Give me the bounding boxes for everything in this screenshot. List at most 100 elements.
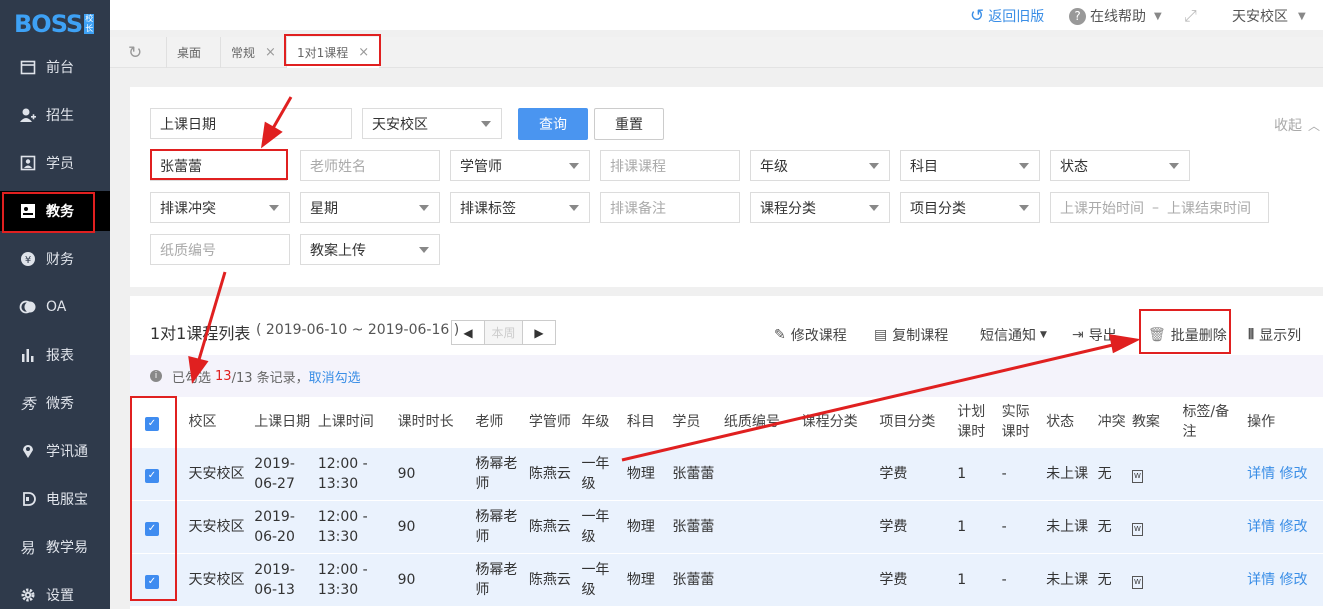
- tab-general[interactable]: 常规 ×: [220, 37, 286, 68]
- manager-select[interactable]: 学管师: [450, 150, 590, 181]
- teacher-name-input[interactable]: 老师姓名: [300, 150, 440, 181]
- course-category-select[interactable]: 课程分类: [750, 192, 890, 223]
- cell-status: 未上课: [1041, 499, 1093, 553]
- column-header: 课时时长: [392, 397, 471, 447]
- field-placeholder: 老师姓名: [310, 158, 366, 175]
- table-header-row: ✓ 校区 上课日期 上课时间 课时时长 老师 学管师 年级 科目 学员 纸质编号…: [130, 397, 1323, 447]
- subject-select[interactable]: 科目: [900, 150, 1040, 181]
- svg-text:易: 易: [20, 539, 35, 555]
- campus-switcher[interactable]: 天安校区 ▼: [1232, 6, 1306, 26]
- columns-icon: ⦀: [1248, 327, 1255, 343]
- sidebar-item-oa[interactable]: OA: [0, 287, 110, 327]
- collapse-toggle[interactable]: 收起 ︿: [1274, 115, 1320, 135]
- status-select[interactable]: 状态: [1050, 150, 1190, 181]
- copy-course-button[interactable]: ▤ 复制课程: [874, 325, 948, 345]
- chat-icon: [19, 298, 37, 316]
- conflict-select[interactable]: 排课冲突: [150, 192, 290, 223]
- cell-paper: [718, 446, 797, 500]
- sidebar-item-settings[interactable]: 设置: [0, 575, 110, 609]
- column-header: 纸质编号: [718, 397, 797, 447]
- fullscreen-icon[interactable]: ⤢: [1184, 6, 1197, 26]
- sidebar-item-academic[interactable]: 教务: [0, 191, 110, 233]
- caret-icon: [869, 205, 879, 211]
- query-button[interactable]: 查询: [518, 108, 588, 140]
- document-icon[interactable]: W: [1131, 575, 1143, 589]
- tag-select[interactable]: 排课标签: [450, 192, 590, 223]
- project-category-select[interactable]: 项目分类: [900, 192, 1040, 223]
- cell-date: 2019-06-13: [249, 552, 313, 606]
- caret-icon: [419, 205, 429, 211]
- field-placeholder: 纸质编号: [160, 242, 216, 259]
- end-time-placeholder: 上课结束时间: [1167, 200, 1251, 217]
- edit-link[interactable]: 修改: [1280, 519, 1308, 535]
- class-date-field[interactable]: 上课日期: [150, 108, 352, 139]
- prev-week-button[interactable]: ◀: [452, 321, 485, 344]
- cell-actual: -: [996, 446, 1042, 500]
- display-columns-button[interactable]: ⦀ 显示列: [1248, 325, 1301, 345]
- sidebar-item-finance[interactable]: ¥ 财务: [0, 239, 110, 279]
- boss-logo: BOSS 校长: [14, 10, 99, 38]
- campus-select[interactable]: 天安校区: [362, 108, 502, 139]
- tool-label: 导出: [1088, 328, 1117, 344]
- reset-button[interactable]: 重置: [594, 108, 664, 140]
- cell-conflict: 无: [1092, 552, 1127, 606]
- detail-link[interactable]: 详情: [1247, 572, 1275, 588]
- time-range-input[interactable]: 上课开始时间 – 上课结束时间: [1050, 192, 1269, 223]
- cell-student: 张蕾蕾: [667, 499, 719, 553]
- svg-text:¥: ¥: [25, 255, 31, 266]
- table-row: ✓ 天安校区 2019-06-13 12:00 - 13:30 90 杨幂老师 陈燕云 一年级…: [130, 552, 1323, 606]
- paper-number-input[interactable]: 纸质编号: [150, 234, 290, 265]
- tab-desktop[interactable]: 桌面: [166, 37, 211, 68]
- cell-grade: 一年级: [576, 446, 622, 500]
- sidebar-item-enrollment[interactable]: 招生: [0, 95, 110, 135]
- cell-subject: 物理: [621, 499, 668, 553]
- back-old-version-link[interactable]: ↺ 返回旧版: [970, 6, 1044, 26]
- remark-input[interactable]: 排课备注: [600, 192, 740, 223]
- weekday-select[interactable]: 星期: [300, 192, 440, 223]
- sidebar-item-label: 报表: [46, 348, 74, 364]
- export-button[interactable]: ⇥ 导出: [1072, 325, 1117, 345]
- cell-duration: 90: [392, 499, 471, 553]
- lesson-plan-cell: W: [1126, 499, 1178, 553]
- lesson-plan-select[interactable]: 教案上传: [300, 234, 440, 265]
- next-week-button[interactable]: ▶: [523, 321, 555, 344]
- caret-icon: [569, 163, 579, 169]
- sidebar-item-xuexuntong[interactable]: 学讯通: [0, 431, 110, 471]
- course-input[interactable]: 排课课程: [600, 150, 740, 181]
- sidebar-item-dianfubao[interactable]: 电服宝: [0, 479, 110, 519]
- cell-teacher: 杨幂老师: [470, 446, 524, 500]
- cell-status: 未上课: [1041, 552, 1093, 606]
- field-value: 项目分类: [910, 200, 966, 217]
- detail-link[interactable]: 详情: [1247, 466, 1275, 482]
- grade-select[interactable]: 年级: [750, 150, 890, 181]
- sidebar-item-weixiu[interactable]: 秀 微秀: [0, 383, 110, 423]
- sidebar-item-jiaoxueyi[interactable]: 易 教学易: [0, 527, 110, 567]
- tool-label: 短信通知: [980, 328, 1036, 344]
- document-icon[interactable]: W: [1131, 522, 1143, 536]
- sms-notify-dropdown[interactable]: 短信通知 ▼: [980, 325, 1047, 345]
- cell-time: 12:00 - 13:30: [312, 552, 393, 606]
- column-header: 项目分类: [874, 397, 953, 447]
- tab-label: 常规: [231, 46, 256, 60]
- cell-grade: 一年级: [576, 552, 622, 606]
- document-icon[interactable]: W: [1131, 469, 1143, 483]
- cancel-selection-link[interactable]: 取消勾选: [309, 367, 361, 386]
- field-placeholder: 排课备注: [610, 200, 666, 217]
- sidebar-item-label: OA: [46, 299, 67, 315]
- close-icon[interactable]: ×: [265, 45, 276, 60]
- sidebar-item-students[interactable]: 学员: [0, 143, 110, 183]
- sidebar-item-reception[interactable]: 前台: [0, 47, 110, 87]
- caret-icon: [1019, 163, 1029, 169]
- column-header: 操作: [1242, 397, 1323, 447]
- cell-student: 张蕾蕾: [667, 446, 719, 500]
- refresh-icon[interactable]: ↻: [128, 43, 142, 63]
- this-week-button[interactable]: 本周: [485, 321, 523, 344]
- caret-icon: [569, 205, 579, 211]
- sidebar-item-reports[interactable]: 报表: [0, 335, 110, 375]
- detail-link[interactable]: 详情: [1247, 519, 1275, 535]
- online-help-dropdown[interactable]: ? 在线帮助 ▼: [1069, 6, 1162, 26]
- edit-link[interactable]: 修改: [1280, 572, 1308, 588]
- edit-link[interactable]: 修改: [1280, 466, 1308, 482]
- edit-course-button[interactable]: ✎ 修改课程: [774, 325, 847, 345]
- cell-tag-remark: [1177, 499, 1243, 553]
